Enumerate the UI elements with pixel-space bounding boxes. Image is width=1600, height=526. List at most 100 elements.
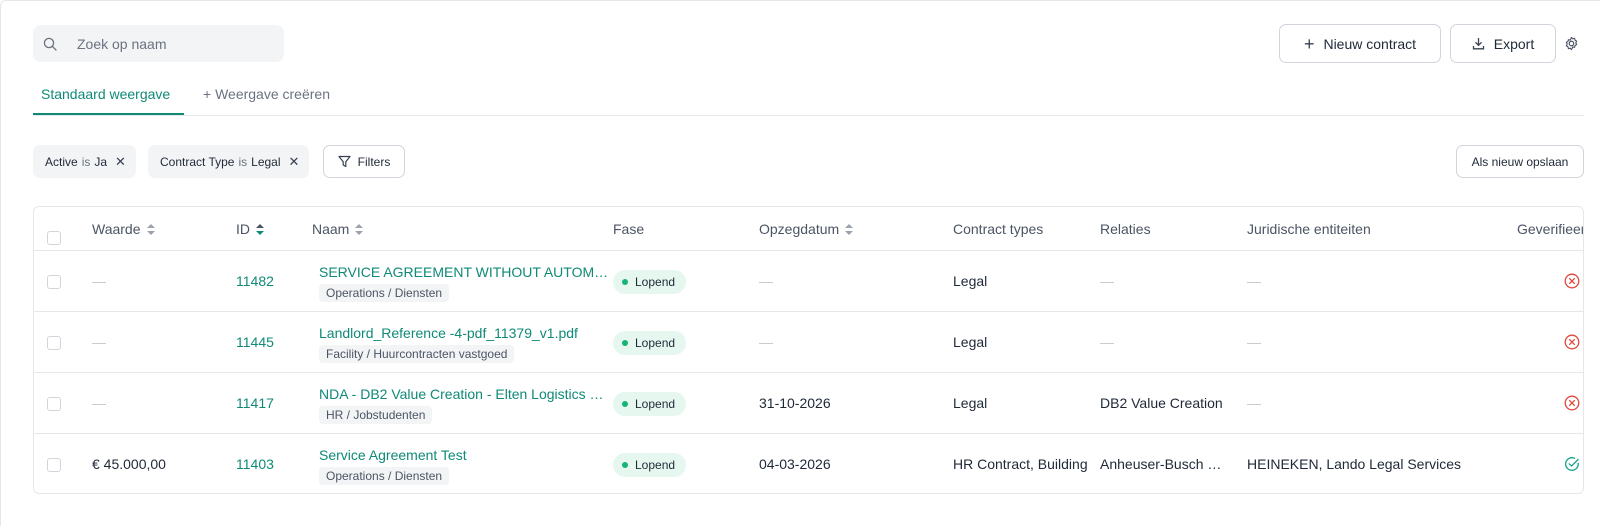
filter-chip-operator: is	[238, 154, 248, 169]
row-checkbox[interactable]	[47, 336, 61, 350]
close-icon[interactable]: ✕	[115, 154, 126, 170]
status-dot	[622, 340, 628, 346]
status-badge: Lopend	[613, 270, 687, 294]
gear-icon	[1565, 36, 1578, 51]
cell-id[interactable]: 11403	[236, 456, 274, 472]
status-badge: Lopend	[613, 453, 687, 477]
column-header-geverifieerd: Geverifieerd	[1517, 221, 1583, 237]
status-dot	[622, 401, 628, 407]
column-header-id[interactable]: ID	[236, 221, 264, 237]
cell-entiteiten: —	[1247, 273, 1261, 289]
filter-chip-operator: is	[81, 154, 91, 169]
cell-contract-types: Legal	[953, 273, 988, 289]
contracts-table: Waarde ID Naam Fase Opzegdatum Contract …	[33, 206, 1584, 494]
status-label: Lopend	[635, 458, 676, 472]
status-badge: Lopend	[613, 392, 687, 416]
column-header-naam[interactable]: Naam	[312, 221, 364, 237]
column-header-fase: Fase	[613, 221, 645, 237]
column-header-waarde[interactable]: Waarde	[92, 221, 155, 237]
close-icon[interactable]: ✕	[289, 154, 300, 170]
cell-opzegdatum: —	[759, 334, 773, 350]
filter-chip-field: Contract Type	[160, 154, 235, 169]
not-verified-icon	[1564, 334, 1580, 350]
column-header-contract-types: Contract types	[953, 221, 1044, 237]
settings-button[interactable]	[1564, 36, 1579, 56]
cell-contract-types: Legal	[953, 395, 988, 411]
column-header-relaties: Relaties	[1100, 221, 1151, 237]
filters-label: Filters	[357, 154, 391, 169]
filters-button[interactable]: Filters	[323, 145, 405, 178]
table-header: Waarde ID Naam Fase Opzegdatum Contract …	[34, 207, 1583, 251]
category-tag: Facility / Huurcontracten vastgoed	[319, 345, 515, 363]
tab-standard-view[interactable]: Standaard weergave	[41, 86, 170, 102]
cell-opzegdatum: —	[759, 273, 773, 289]
download-icon	[1472, 38, 1484, 50]
filter-chip-active[interactable]: Active is Ja ✕	[33, 145, 136, 178]
active-tab-underline	[33, 113, 184, 115]
cell-waarde: —	[92, 395, 106, 411]
contract-name-link[interactable]: SERVICE AGREEMENT WITHOUT AUTOMATIC RENE…	[319, 264, 609, 280]
cell-relaties: —	[1100, 273, 1114, 289]
status-label: Lopend	[635, 275, 676, 289]
cell-entiteiten: HEINEKEN, Lando Legal Services	[1247, 456, 1461, 472]
new-contract-button[interactable]: + Nieuw contract	[1279, 24, 1441, 63]
table-row[interactable]: — 11482 SERVICE AGREEMENT WITHOUT AUTOMA…	[34, 251, 1583, 312]
cell-id[interactable]: 11482	[236, 273, 274, 289]
cell-contract-types: Legal	[953, 334, 988, 350]
plus-icon: +	[1303, 33, 1315, 54]
status-label: Lopend	[635, 397, 676, 411]
sort-icon	[845, 223, 854, 235]
table-row[interactable]: — 11417 NDA - DB2 Value Creation - Elten…	[34, 373, 1583, 434]
sort-icon	[146, 223, 155, 235]
export-label: Export	[1493, 35, 1535, 52]
category-tag: Operations / Diensten	[319, 284, 450, 302]
status-dot	[622, 279, 628, 285]
column-header-opzegdatum[interactable]: Opzegdatum	[759, 221, 854, 237]
verified-icon	[1564, 457, 1579, 471]
filter-chip-value: Ja	[94, 154, 108, 169]
status-label: Lopend	[635, 336, 676, 350]
row-checkbox[interactable]	[47, 275, 61, 289]
row-checkbox[interactable]	[47, 458, 61, 472]
table-row[interactable]: — 11445 Landlord_Reference -4-pdf_11379_…	[34, 312, 1583, 373]
save-as-new-button[interactable]: Als nieuw opslaan	[1456, 145, 1584, 178]
cell-entiteiten: —	[1247, 395, 1261, 411]
column-header-juridische-entiteiten: Juridische entiteiten	[1247, 221, 1371, 237]
cell-waarde: —	[92, 273, 106, 289]
not-verified-icon	[1564, 395, 1580, 411]
cell-opzegdatum: 31-10-2026	[759, 395, 831, 411]
cell-relaties: —	[1100, 334, 1114, 350]
cell-waarde: —	[92, 334, 106, 350]
status-badge: Lopend	[613, 331, 687, 355]
search-box[interactable]	[33, 25, 284, 62]
cell-id[interactable]: 11417	[236, 395, 274, 411]
contract-name-link[interactable]: Landlord_Reference -4-pdf_11379_v1.pdf	[319, 325, 609, 341]
category-tag: Operations / Diensten	[319, 467, 450, 485]
sort-icon	[256, 223, 264, 235]
cell-entiteiten: —	[1247, 334, 1261, 350]
tab-create-view[interactable]: + Weergave creëren	[203, 86, 330, 102]
search-input[interactable]	[75, 34, 275, 53]
cell-relaties: Anheuser-Busch InBev	[1100, 456, 1224, 472]
export-button[interactable]: Export	[1450, 24, 1556, 63]
cell-opzegdatum: 04-03-2026	[759, 456, 831, 472]
contract-name-link[interactable]: Service Agreement Test	[319, 447, 609, 463]
table-row[interactable]: € 45.000,00 11403 Service Agreement Test…	[34, 434, 1583, 493]
filter-chip-field: Active	[45, 154, 78, 169]
not-verified-icon	[1564, 273, 1580, 289]
view-tabs: Standaard weergave + Weergave creëren	[33, 80, 1584, 116]
filter-chip-contract-type[interactable]: Contract Type is Legal ✕	[148, 145, 310, 178]
category-tag: HR / Jobstudenten	[319, 406, 433, 424]
filter-icon	[338, 155, 351, 168]
row-checkbox[interactable]	[47, 397, 61, 411]
select-all-checkbox[interactable]	[47, 231, 61, 245]
sort-icon	[355, 223, 364, 235]
status-dot	[622, 462, 628, 468]
search-icon	[43, 37, 57, 51]
filter-chip-value: Legal	[251, 154, 281, 169]
contract-name-link[interactable]: NDA - DB2 Value Creation - Elten Logisti…	[319, 386, 609, 402]
cell-id[interactable]: 11445	[236, 334, 274, 350]
new-contract-label: Nieuw contract	[1323, 35, 1417, 52]
cell-waarde: € 45.000,00	[92, 456, 166, 472]
cell-contract-types: HR Contract, Building	[953, 456, 1088, 472]
